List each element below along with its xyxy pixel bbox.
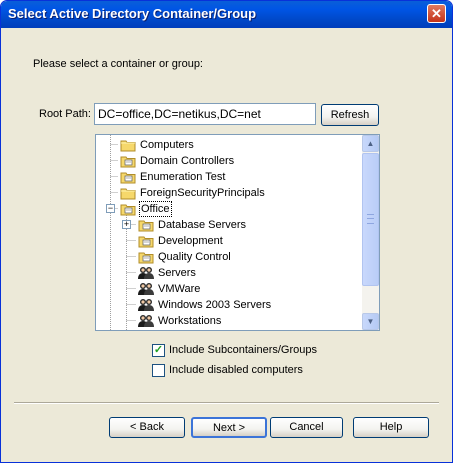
separator (14, 402, 439, 404)
ou-folder-icon (120, 154, 136, 168)
include-subcontainers-checkbox[interactable]: ✓ (152, 344, 165, 357)
tree-scrollbar[interactable]: ▲ ▼ (362, 135, 379, 330)
group-icon (138, 314, 154, 328)
ou-folder-icon (120, 170, 136, 184)
folder-icon (120, 138, 136, 152)
tree-item-label: Domain Controllers (140, 155, 235, 167)
tree-item-label: Windows 2003 Servers (158, 299, 272, 311)
close-icon: ✕ (431, 6, 442, 21)
scroll-down-button[interactable]: ▼ (362, 313, 379, 330)
back-button[interactable]: < Back (109, 417, 185, 438)
container-tree[interactable]: − + Computers Domain Controllers Enumerati… (95, 134, 380, 331)
prompt-text: Please select a container or group: (33, 58, 203, 70)
scroll-thumb[interactable] (362, 153, 379, 286)
tree-item-label: Computers (140, 139, 194, 151)
include-disabled-label: Include disabled computers (169, 364, 303, 376)
dialog-window: Select Active Directory Container/Group … (0, 0, 453, 463)
help-button[interactable]: Help (353, 417, 429, 438)
include-disabled-checkbox[interactable] (152, 364, 165, 377)
group-icon (138, 266, 154, 280)
tree-item-label: Quality Control (158, 251, 231, 263)
ou-folder-icon (138, 218, 154, 232)
root-path-label: Root Path: (39, 108, 91, 120)
root-path-input[interactable]: DC=office,DC=netikus,DC=net (94, 103, 316, 125)
collapse-office-toggle[interactable]: − (106, 204, 115, 213)
scroll-up-button[interactable]: ▲ (362, 135, 379, 152)
tree-item-label: Workstations (158, 315, 222, 327)
tree-item-label: Development (158, 235, 223, 247)
tree-item-label: Office (139, 201, 172, 217)
group-icon (138, 282, 154, 296)
window-title: Select Active Directory Container/Group (8, 6, 257, 21)
tree-item-label: Enumeration Test (140, 171, 226, 183)
ou-folder-icon (120, 202, 136, 216)
tree-item-label: ForeignSecurityPrincipals (140, 187, 265, 199)
title-bar[interactable]: Select Active Directory Container/Group … (1, 1, 452, 28)
group-icon (138, 298, 154, 312)
cancel-button[interactable]: Cancel (270, 417, 343, 438)
next-button[interactable]: Next > (191, 417, 267, 438)
ou-folder-icon (138, 234, 154, 248)
refresh-button[interactable]: Refresh (321, 104, 379, 126)
tree-item-label: Database Servers (158, 219, 247, 231)
folder-icon (120, 186, 136, 200)
expand-database-servers-toggle[interactable]: + (122, 220, 131, 229)
ou-folder-icon (138, 250, 154, 264)
tree-item-label: VMWare (158, 283, 201, 295)
tree-item-label: Servers (158, 267, 196, 279)
close-button[interactable]: ✕ (427, 4, 446, 23)
include-subcontainers-label: Include Subcontainers/Groups (169, 344, 317, 356)
